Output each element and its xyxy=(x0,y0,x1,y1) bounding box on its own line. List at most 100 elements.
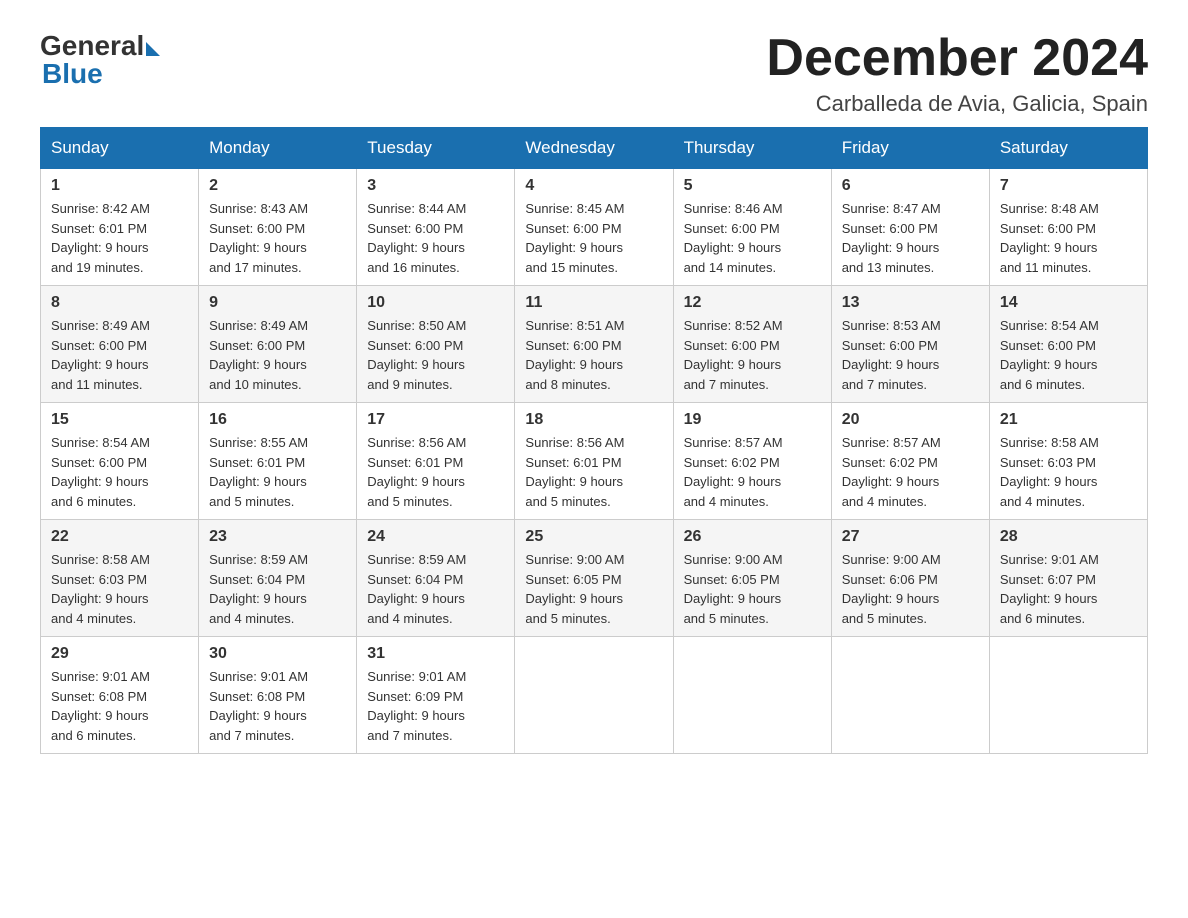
calendar-day-cell: 24 Sunrise: 8:59 AMSunset: 6:04 PMDaylig… xyxy=(357,520,515,637)
header-monday: Monday xyxy=(199,128,357,169)
calendar-week-row: 15 Sunrise: 8:54 AMSunset: 6:00 PMDaylig… xyxy=(41,403,1148,520)
day-info: Sunrise: 9:00 AMSunset: 6:05 PMDaylight:… xyxy=(525,552,624,626)
day-info: Sunrise: 8:51 AMSunset: 6:00 PMDaylight:… xyxy=(525,318,624,392)
day-number: 22 xyxy=(51,528,188,546)
calendar-table: Sunday Monday Tuesday Wednesday Thursday… xyxy=(40,127,1148,754)
day-info: Sunrise: 9:01 AMSunset: 6:08 PMDaylight:… xyxy=(51,669,150,743)
day-info: Sunrise: 8:46 AMSunset: 6:00 PMDaylight:… xyxy=(684,201,783,275)
empty-cell xyxy=(989,637,1147,754)
day-number: 23 xyxy=(209,528,346,546)
day-number: 17 xyxy=(367,411,504,429)
day-info: Sunrise: 8:54 AMSunset: 6:00 PMDaylight:… xyxy=(1000,318,1099,392)
day-number: 12 xyxy=(684,294,821,312)
calendar-day-cell: 4 Sunrise: 8:45 AMSunset: 6:00 PMDayligh… xyxy=(515,169,673,286)
day-info: Sunrise: 8:45 AMSunset: 6:00 PMDaylight:… xyxy=(525,201,624,275)
day-info: Sunrise: 8:54 AMSunset: 6:00 PMDaylight:… xyxy=(51,435,150,509)
day-info: Sunrise: 8:47 AMSunset: 6:00 PMDaylight:… xyxy=(842,201,941,275)
day-number: 21 xyxy=(1000,411,1137,429)
day-number: 27 xyxy=(842,528,979,546)
calendar-week-row: 22 Sunrise: 8:58 AMSunset: 6:03 PMDaylig… xyxy=(41,520,1148,637)
day-info: Sunrise: 9:01 AMSunset: 6:07 PMDaylight:… xyxy=(1000,552,1099,626)
calendar-day-cell: 2 Sunrise: 8:43 AMSunset: 6:00 PMDayligh… xyxy=(199,169,357,286)
day-info: Sunrise: 8:58 AMSunset: 6:03 PMDaylight:… xyxy=(1000,435,1099,509)
day-number: 26 xyxy=(684,528,821,546)
calendar-day-cell: 11 Sunrise: 8:51 AMSunset: 6:00 PMDaylig… xyxy=(515,286,673,403)
day-info: Sunrise: 8:57 AMSunset: 6:02 PMDaylight:… xyxy=(842,435,941,509)
day-number: 10 xyxy=(367,294,504,312)
day-number: 15 xyxy=(51,411,188,429)
day-info: Sunrise: 8:59 AMSunset: 6:04 PMDaylight:… xyxy=(209,552,308,626)
day-info: Sunrise: 8:56 AMSunset: 6:01 PMDaylight:… xyxy=(525,435,624,509)
day-info: Sunrise: 8:59 AMSunset: 6:04 PMDaylight:… xyxy=(367,552,466,626)
day-info: Sunrise: 8:49 AMSunset: 6:00 PMDaylight:… xyxy=(209,318,308,392)
day-number: 7 xyxy=(1000,177,1137,195)
logo: General Blue xyxy=(40,30,160,90)
calendar-day-cell: 13 Sunrise: 8:53 AMSunset: 6:00 PMDaylig… xyxy=(831,286,989,403)
day-number: 5 xyxy=(684,177,821,195)
day-number: 4 xyxy=(525,177,662,195)
day-info: Sunrise: 8:56 AMSunset: 6:01 PMDaylight:… xyxy=(367,435,466,509)
day-number: 14 xyxy=(1000,294,1137,312)
day-info: Sunrise: 8:57 AMSunset: 6:02 PMDaylight:… xyxy=(684,435,783,509)
calendar-day-cell: 1 Sunrise: 8:42 AMSunset: 6:01 PMDayligh… xyxy=(41,169,199,286)
header-tuesday: Tuesday xyxy=(357,128,515,169)
day-number: 24 xyxy=(367,528,504,546)
day-number: 9 xyxy=(209,294,346,312)
day-info: Sunrise: 8:53 AMSunset: 6:00 PMDaylight:… xyxy=(842,318,941,392)
day-number: 8 xyxy=(51,294,188,312)
day-info: Sunrise: 9:00 AMSunset: 6:05 PMDaylight:… xyxy=(684,552,783,626)
location-subtitle: Carballeda de Avia, Galicia, Spain xyxy=(766,91,1148,117)
calendar-day-cell: 28 Sunrise: 9:01 AMSunset: 6:07 PMDaylig… xyxy=(989,520,1147,637)
day-number: 6 xyxy=(842,177,979,195)
calendar-week-row: 8 Sunrise: 8:49 AMSunset: 6:00 PMDayligh… xyxy=(41,286,1148,403)
header-wednesday: Wednesday xyxy=(515,128,673,169)
calendar-day-cell: 7 Sunrise: 8:48 AMSunset: 6:00 PMDayligh… xyxy=(989,169,1147,286)
day-info: Sunrise: 9:01 AMSunset: 6:08 PMDaylight:… xyxy=(209,669,308,743)
day-number: 25 xyxy=(525,528,662,546)
calendar-day-cell: 15 Sunrise: 8:54 AMSunset: 6:00 PMDaylig… xyxy=(41,403,199,520)
calendar-day-cell: 29 Sunrise: 9:01 AMSunset: 6:08 PMDaylig… xyxy=(41,637,199,754)
logo-blue-text: Blue xyxy=(42,58,103,90)
calendar-day-cell: 14 Sunrise: 8:54 AMSunset: 6:00 PMDaylig… xyxy=(989,286,1147,403)
day-info: Sunrise: 8:58 AMSunset: 6:03 PMDaylight:… xyxy=(51,552,150,626)
calendar-day-cell: 5 Sunrise: 8:46 AMSunset: 6:00 PMDayligh… xyxy=(673,169,831,286)
calendar-day-cell: 23 Sunrise: 8:59 AMSunset: 6:04 PMDaylig… xyxy=(199,520,357,637)
calendar-header-row: Sunday Monday Tuesday Wednesday Thursday… xyxy=(41,128,1148,169)
empty-cell xyxy=(673,637,831,754)
day-info: Sunrise: 9:01 AMSunset: 6:09 PMDaylight:… xyxy=(367,669,466,743)
calendar-day-cell: 19 Sunrise: 8:57 AMSunset: 6:02 PMDaylig… xyxy=(673,403,831,520)
calendar-day-cell: 27 Sunrise: 9:00 AMSunset: 6:06 PMDaylig… xyxy=(831,520,989,637)
logo-arrow-icon xyxy=(146,42,160,56)
title-section: December 2024 Carballeda de Avia, Galici… xyxy=(766,30,1148,117)
calendar-day-cell: 3 Sunrise: 8:44 AMSunset: 6:00 PMDayligh… xyxy=(357,169,515,286)
day-number: 2 xyxy=(209,177,346,195)
day-number: 3 xyxy=(367,177,504,195)
calendar-day-cell: 21 Sunrise: 8:58 AMSunset: 6:03 PMDaylig… xyxy=(989,403,1147,520)
day-info: Sunrise: 8:42 AMSunset: 6:01 PMDaylight:… xyxy=(51,201,150,275)
empty-cell xyxy=(515,637,673,754)
day-number: 20 xyxy=(842,411,979,429)
day-number: 31 xyxy=(367,645,504,663)
empty-cell xyxy=(831,637,989,754)
day-info: Sunrise: 8:44 AMSunset: 6:00 PMDaylight:… xyxy=(367,201,466,275)
calendar-day-cell: 9 Sunrise: 8:49 AMSunset: 6:00 PMDayligh… xyxy=(199,286,357,403)
calendar-day-cell: 18 Sunrise: 8:56 AMSunset: 6:01 PMDaylig… xyxy=(515,403,673,520)
calendar-week-row: 29 Sunrise: 9:01 AMSunset: 6:08 PMDaylig… xyxy=(41,637,1148,754)
calendar-day-cell: 8 Sunrise: 8:49 AMSunset: 6:00 PMDayligh… xyxy=(41,286,199,403)
day-number: 11 xyxy=(525,294,662,312)
header-thursday: Thursday xyxy=(673,128,831,169)
header-saturday: Saturday xyxy=(989,128,1147,169)
header-friday: Friday xyxy=(831,128,989,169)
day-info: Sunrise: 8:43 AMSunset: 6:00 PMDaylight:… xyxy=(209,201,308,275)
day-number: 1 xyxy=(51,177,188,195)
calendar-day-cell: 12 Sunrise: 8:52 AMSunset: 6:00 PMDaylig… xyxy=(673,286,831,403)
day-info: Sunrise: 8:55 AMSunset: 6:01 PMDaylight:… xyxy=(209,435,308,509)
calendar-day-cell: 20 Sunrise: 8:57 AMSunset: 6:02 PMDaylig… xyxy=(831,403,989,520)
calendar-week-row: 1 Sunrise: 8:42 AMSunset: 6:01 PMDayligh… xyxy=(41,169,1148,286)
calendar-day-cell: 6 Sunrise: 8:47 AMSunset: 6:00 PMDayligh… xyxy=(831,169,989,286)
calendar-day-cell: 22 Sunrise: 8:58 AMSunset: 6:03 PMDaylig… xyxy=(41,520,199,637)
day-info: Sunrise: 8:50 AMSunset: 6:00 PMDaylight:… xyxy=(367,318,466,392)
calendar-day-cell: 10 Sunrise: 8:50 AMSunset: 6:00 PMDaylig… xyxy=(357,286,515,403)
calendar-day-cell: 25 Sunrise: 9:00 AMSunset: 6:05 PMDaylig… xyxy=(515,520,673,637)
day-info: Sunrise: 9:00 AMSunset: 6:06 PMDaylight:… xyxy=(842,552,941,626)
